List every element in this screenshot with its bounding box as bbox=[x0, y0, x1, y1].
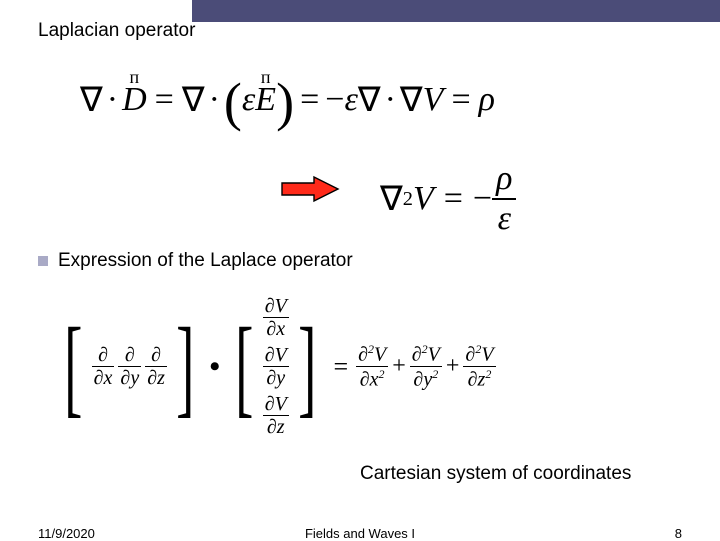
nabla-glyph: ∇ bbox=[400, 80, 423, 120]
footer-page-number: 8 bbox=[675, 526, 682, 541]
dot-glyph: · bbox=[107, 81, 118, 119]
coordinate-system-label: Cartesian system of coordinates bbox=[360, 463, 631, 485]
rho-symbol: ρ bbox=[479, 81, 495, 119]
epsilon-symbol: ε bbox=[344, 81, 357, 119]
vector-mark: ᴨ bbox=[261, 67, 271, 88]
superscript-2: 2 bbox=[403, 188, 413, 211]
vector-mark: ᴨ bbox=[130, 67, 140, 88]
d2V-dz2: ∂2V ∂z2 bbox=[463, 342, 495, 390]
partial-V-dz: ∂V ∂z bbox=[263, 393, 289, 438]
arrow-icon bbox=[280, 175, 340, 203]
dot-glyph: · bbox=[209, 81, 220, 119]
paren-left: ( bbox=[224, 85, 242, 119]
partial-V-dx: ∂V ∂x bbox=[263, 295, 289, 340]
equation-poisson: ∇ 2 V = − ρ ε bbox=[380, 160, 516, 238]
partial-dx: ∂ ∂x bbox=[92, 344, 115, 389]
rho-symbol: ρ bbox=[492, 160, 516, 198]
equals-glyph: = bbox=[155, 81, 174, 119]
d2V-dx2: ∂2V ∂x2 bbox=[356, 342, 388, 390]
partial-dz: ∂ ∂z bbox=[145, 344, 167, 389]
minus-glyph: − bbox=[473, 180, 492, 218]
partial-dy: ∂ ∂y bbox=[118, 344, 141, 389]
plus-glyph: + bbox=[446, 353, 460, 380]
equals-glyph: = bbox=[333, 352, 348, 382]
equals-glyph: = bbox=[300, 81, 319, 119]
nabla-glyph: ∇ bbox=[358, 80, 381, 120]
nabla-glyph: ∇ bbox=[380, 179, 403, 219]
bracket-right: ] bbox=[298, 317, 316, 416]
paren-right: ) bbox=[276, 85, 294, 119]
d2V-dy2: ∂2V ∂y2 bbox=[410, 342, 442, 390]
bracket-left: [ bbox=[64, 317, 82, 416]
V-symbol: V bbox=[423, 81, 444, 119]
plus-glyph: + bbox=[392, 353, 406, 380]
dot-operator: • bbox=[210, 350, 221, 384]
footer-title: Fields and Waves I bbox=[0, 526, 720, 541]
dot-glyph: · bbox=[385, 81, 396, 119]
epsilon-symbol: ε bbox=[242, 81, 255, 119]
equation-divergence: ∇ · ᴨ D = ∇ · ( ε ᴨ E ) = − ε ∇ · ∇ V = … bbox=[80, 80, 620, 120]
title-accent-bar bbox=[192, 0, 720, 22]
slide-title: Laplacian operator bbox=[38, 20, 195, 42]
bullet-item: Expression of the Laplace operator bbox=[38, 250, 353, 272]
nabla-glyph: ∇ bbox=[182, 80, 205, 120]
bracket-right: ] bbox=[176, 317, 194, 416]
V-symbol: V bbox=[413, 180, 434, 218]
equals-glyph: = bbox=[451, 81, 470, 119]
minus-glyph: − bbox=[325, 81, 344, 119]
bullet-square-icon bbox=[38, 256, 48, 266]
equation-laplacian-cartesian: [ ∂ ∂x ∂ ∂y ∂ ∂z ] • [ ∂V ∂x ∂V ∂y bbox=[55, 295, 496, 438]
nabla-glyph: ∇ bbox=[80, 80, 103, 120]
equals-glyph: = bbox=[444, 180, 463, 218]
bullet-text: Expression of the Laplace operator bbox=[58, 250, 353, 272]
partial-V-dy: ∂V ∂y bbox=[263, 344, 289, 389]
bracket-left: [ bbox=[235, 317, 253, 416]
epsilon-symbol: ε bbox=[494, 200, 515, 238]
